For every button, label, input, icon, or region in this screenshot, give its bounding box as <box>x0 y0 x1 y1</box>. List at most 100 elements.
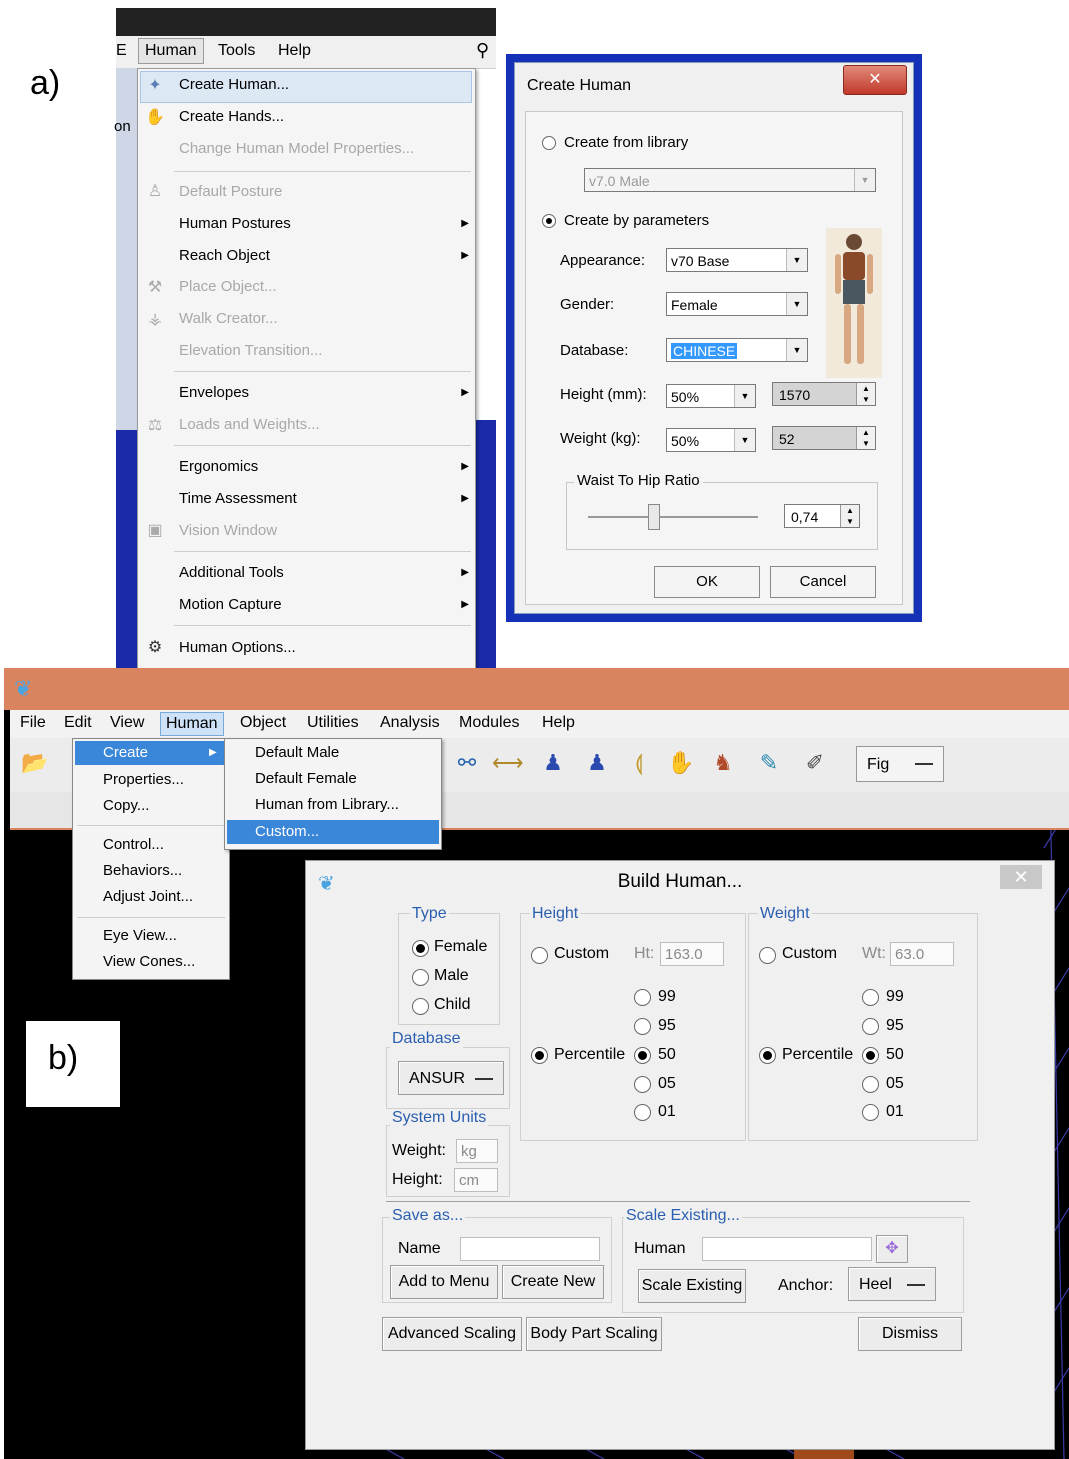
menu-human[interactable]: Human <box>138 38 204 64</box>
wrench-tool-icon[interactable]: ✎ <box>754 748 784 778</box>
menu-item-control[interactable]: Control... <box>103 833 164 857</box>
radio-weight-99[interactable] <box>862 989 879 1006</box>
menu-edit[interactable]: Edit <box>64 714 92 732</box>
scale-existing-button[interactable]: Scale Existing <box>638 1269 746 1303</box>
waist-slider-track[interactable] <box>588 516 758 518</box>
menu-tools[interactable]: Tools <box>218 42 255 60</box>
radio-height-05[interactable] <box>634 1076 651 1093</box>
menu-item-additional-tools[interactable]: Additional Tools <box>179 561 284 585</box>
create-new-button[interactable]: Create New <box>502 1265 604 1299</box>
pick-human-icon[interactable]: ✥ <box>876 1235 908 1263</box>
menu-item-human-options[interactable]: Human Options... <box>179 636 296 660</box>
menu-item-human-postures[interactable]: Human Postures <box>179 212 291 236</box>
waist-slider-thumb[interactable] <box>648 504 660 530</box>
height-custom-field[interactable]: 163.0 <box>660 942 724 966</box>
radio-female[interactable] <box>412 940 429 957</box>
radio-child[interactable] <box>412 998 429 1015</box>
height-spinner[interactable]: 1570 ▲ ▼ <box>772 382 876 406</box>
radio-height-50[interactable] <box>634 1047 651 1064</box>
bracket-tool-icon[interactable]: ⟬ <box>624 748 654 778</box>
waist-spinner[interactable]: 0,74 ▲ ▼ <box>784 504 860 528</box>
menu-file[interactable]: File <box>20 714 46 732</box>
weight-group-title: Weight <box>758 905 812 923</box>
menu-item-human-from-library[interactable]: Human from Library... <box>255 793 399 817</box>
menu-item-behaviors[interactable]: Behaviors... <box>103 859 182 883</box>
radio-height-percentile[interactable] <box>531 1047 548 1064</box>
menu-item-motion-capture[interactable]: Motion Capture <box>179 593 282 617</box>
weight-spinner[interactable]: 52 ▲ ▼ <box>772 426 876 450</box>
menu-item-reach-object[interactable]: Reach Object <box>179 244 270 268</box>
menu-item-time-assessment[interactable]: Time Assessment <box>179 487 297 511</box>
menu-item-envelopes[interactable]: Envelopes <box>179 381 249 405</box>
menu-human[interactable]: Human <box>160 712 224 736</box>
menu-item-view-cones[interactable]: View Cones... <box>103 950 195 974</box>
link-tool-icon[interactable]: ⚯ <box>452 748 482 778</box>
menu-item-default-female[interactable]: Default Female <box>255 767 357 791</box>
weight-percentile-select[interactable]: 50% ▼ <box>666 428 756 452</box>
menu-analysis[interactable]: Analysis <box>380 714 440 732</box>
radio-weight-05[interactable] <box>862 1076 879 1093</box>
close-button[interactable]: ✕ <box>843 65 907 95</box>
weight-custom-field[interactable]: 63.0 <box>890 942 954 966</box>
database-select[interactable]: ANSUR <box>398 1061 504 1095</box>
menu-item-create-human[interactable]: Create Human... <box>179 73 289 97</box>
menu-help[interactable]: Help <box>542 714 575 732</box>
dismiss-button[interactable]: Dismiss <box>858 1317 962 1351</box>
menu-item-properties[interactable]: Properties... <box>103 768 184 792</box>
menu-view[interactable]: View <box>110 714 144 732</box>
human-input[interactable] <box>702 1237 872 1261</box>
menu-help[interactable]: Help <box>278 42 311 60</box>
menu-item-copy[interactable]: Copy... <box>103 794 149 818</box>
open-folder-icon[interactable]: 📂 <box>20 748 50 778</box>
radio-create-by-parameters[interactable] <box>542 214 556 228</box>
radio-weight-percentile[interactable] <box>759 1047 776 1064</box>
radio-male[interactable] <box>412 969 429 986</box>
anchor-select[interactable]: Heel <box>848 1267 936 1301</box>
height-unit-field[interactable]: cm <box>454 1168 498 1192</box>
menu-item-custom[interactable]: Custom... <box>255 820 319 844</box>
close-button[interactable]: ✕ <box>1000 865 1042 889</box>
menu-utilities[interactable]: Utilities <box>307 714 359 732</box>
menu-item-create-hands[interactable]: Create Hands... <box>179 105 284 129</box>
body-part-scaling-button[interactable]: Body Part Scaling <box>526 1317 662 1351</box>
menu-item-ergonomics[interactable]: Ergonomics <box>179 455 258 479</box>
posture-tool-icon[interactable]: ♞ <box>708 748 738 778</box>
hand-tool-icon[interactable]: ✋ <box>666 748 696 778</box>
menu-separator <box>77 917 225 918</box>
scroll-tool-icon[interactable]: ✐ <box>800 748 830 778</box>
menu-object[interactable]: Object <box>240 714 286 732</box>
menu-item-default-male[interactable]: Default Male <box>255 741 339 765</box>
height-percentile-select[interactable]: 50% ▼ <box>666 384 756 408</box>
fig-select[interactable]: Fig <box>856 746 944 782</box>
menu-item-adjust-joint[interactable]: Adjust Joint... <box>103 885 193 909</box>
radio-weight-50[interactable] <box>862 1047 879 1064</box>
radio-weight-01[interactable] <box>862 1104 879 1121</box>
radio-weight-custom[interactable] <box>759 947 776 964</box>
height-99-label: 99 <box>658 988 676 1005</box>
add-to-menu-button[interactable]: Add to Menu <box>390 1265 498 1299</box>
cancel-button[interactable]: Cancel <box>770 566 876 598</box>
spinner-arrows-icon[interactable]: ▲ ▼ <box>856 427 875 449</box>
radio-weight-95[interactable] <box>862 1018 879 1035</box>
gender-select[interactable]: Female ▼ <box>666 292 808 316</box>
appearance-select[interactable]: v70 Base ▼ <box>666 248 808 272</box>
ok-button[interactable]: OK <box>654 566 760 598</box>
human-tool-2-icon[interactable]: ♟ <box>582 748 612 778</box>
radio-height-95[interactable] <box>634 1018 651 1035</box>
radio-create-from-library[interactable] <box>542 136 556 150</box>
advanced-scaling-button[interactable]: Advanced Scaling <box>382 1317 522 1351</box>
spinner-arrows-icon[interactable]: ▲ ▼ <box>856 383 875 405</box>
human-tool-icon[interactable]: ♟ <box>538 748 568 778</box>
radio-height-99[interactable] <box>634 989 651 1006</box>
spinner-arrows-icon[interactable]: ▲ ▼ <box>840 505 859 527</box>
name-input[interactable] <box>460 1237 600 1261</box>
menu-item-eye-view[interactable]: Eye View... <box>103 924 177 948</box>
radio-height-01[interactable] <box>634 1104 651 1121</box>
menu-modules[interactable]: Modules <box>459 714 519 732</box>
menu-item-create[interactable]: Create <box>103 741 148 765</box>
database-select[interactable]: CHINESE ▼ <box>666 338 808 362</box>
library-select[interactable]: v7.0 Male ▼ <box>584 168 876 192</box>
radio-height-custom[interactable] <box>531 947 548 964</box>
measure-icon[interactable]: ⟷ <box>492 748 524 778</box>
weight-unit-field[interactable]: kg <box>456 1139 498 1163</box>
